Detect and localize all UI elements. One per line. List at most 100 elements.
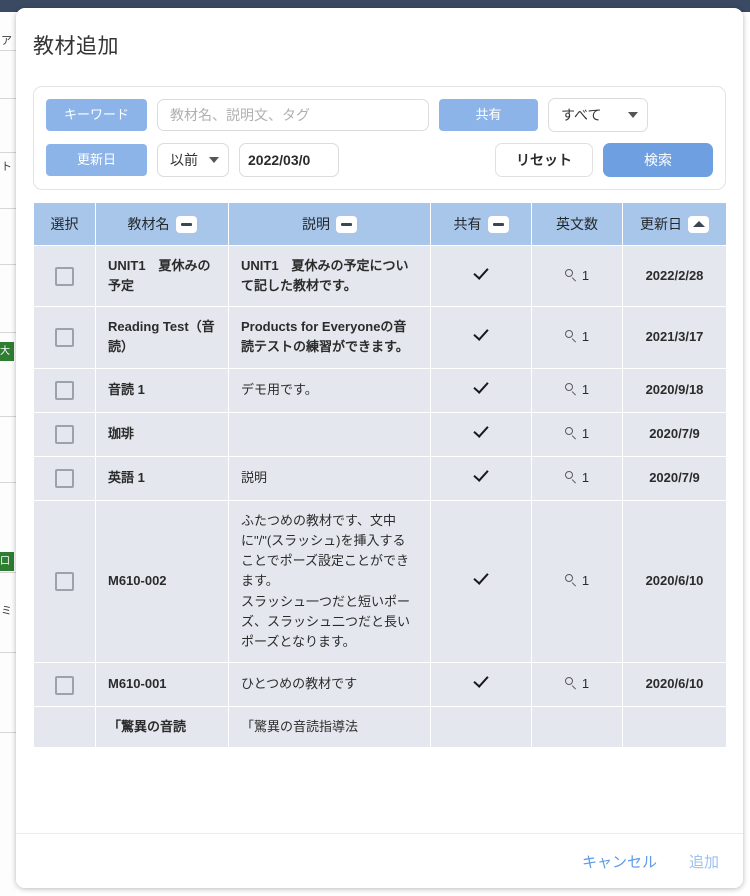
cell-updated-date: 2020/7/9 (622, 411, 726, 457)
cell-description: ひとつめの教材です (228, 661, 431, 708)
materials-table-scroll[interactable]: 選択 教材名 説明 共有 英文数 更新日 UNIT1 夏休みの予定 UNIT1 夏休みの予定… (33, 202, 726, 827)
reset-button[interactable]: リセット (495, 143, 593, 177)
cell-select[interactable] (33, 306, 96, 369)
cell-select[interactable] (33, 244, 96, 308)
add-button[interactable]: 追加 (687, 847, 721, 876)
keyword-input[interactable] (157, 99, 429, 131)
cell-sentence-count[interactable]: 1 (531, 367, 623, 413)
share-select-value: すべて (561, 107, 602, 123)
cell-description (228, 411, 431, 457)
column-header-inner: 共有 (454, 214, 509, 234)
row-checkbox[interactable] (55, 469, 74, 489)
column-header-inner: 説明 (302, 214, 357, 234)
cell-shared (430, 706, 532, 749)
cell-material-name: 「驚異の音読 (95, 706, 229, 749)
cell-material-name: 英語 1 (95, 455, 229, 501)
check-icon (473, 265, 490, 282)
table-row[interactable]: UNIT1 夏休みの予定 UNIT1 夏休みの予定について記した教材です。 1 202… (33, 244, 726, 308)
cell-updated-date: 2021/3/17 (622, 306, 726, 369)
cell-select[interactable] (33, 367, 96, 413)
cell-select[interactable] (33, 455, 96, 501)
cell-sentence-count[interactable]: 1 (531, 455, 623, 501)
cell-sentence-count[interactable]: 1 (531, 411, 623, 457)
cell-sentence-count[interactable]: 1 (531, 499, 623, 663)
search-icon (564, 330, 577, 342)
cell-material-name: 音読 1 (95, 367, 229, 413)
row-checkbox[interactable] (55, 572, 74, 592)
cell-select[interactable] (33, 411, 96, 457)
keyword-label-chip[interactable]: キーワード (46, 99, 147, 131)
column-header-inner: 更新日 (640, 214, 709, 234)
cell-shared (430, 499, 532, 663)
cell-sentence-count[interactable] (531, 706, 623, 749)
table-row[interactable]: 珈琲 1 2020/7/9 (33, 411, 726, 457)
cell-select[interactable] (33, 706, 96, 749)
cell-description: 「驚異の音読指導法 (228, 706, 431, 749)
sort-ascending-icon[interactable] (688, 215, 709, 233)
row-checkbox[interactable] (55, 675, 74, 695)
sort-none-icon[interactable] (487, 215, 509, 233)
sentence-count-value: 1 (581, 470, 590, 486)
column-header-5[interactable]: 更新日 (622, 202, 726, 246)
column-header-4[interactable]: 英文数 (531, 202, 623, 246)
cell-sentence-count[interactable]: 1 (531, 306, 623, 369)
table-row[interactable]: 「驚異の音読 「驚異の音読指導法 (33, 706, 726, 749)
column-header-0[interactable]: 選択 (33, 202, 96, 246)
dash-glyph (492, 222, 504, 226)
dialog-body: キーワード 共有 すべて 更新日 以前 リセット 検索 (16, 60, 743, 833)
sentence-count-value: 1 (581, 329, 590, 345)
cell-shared (430, 367, 532, 413)
column-header-inner: 教材名 (128, 214, 197, 234)
cancel-button[interactable]: キャンセル (580, 847, 659, 876)
table-row[interactable]: 英語 1 説明 1 2020/7/9 (33, 455, 726, 501)
cell-select[interactable] (33, 661, 96, 708)
search-row-date: 更新日 以前 リセット 検索 (46, 143, 713, 177)
row-checkbox[interactable] (55, 328, 74, 348)
dash-glyph (341, 222, 352, 226)
row-checkbox[interactable] (55, 425, 74, 445)
share-select[interactable]: すべて (548, 98, 648, 132)
cell-updated-date (622, 706, 726, 749)
cell-material-name: M610-001 (95, 661, 229, 708)
column-header-label: 説明 (302, 216, 330, 232)
cell-shared (430, 661, 532, 708)
date-label-chip[interactable]: 更新日 (46, 144, 147, 176)
table-row[interactable]: M610-002 ふたつめの教材です、文中に"/"(スラッシュ)を挿入することでポ… (33, 499, 726, 663)
cell-shared (430, 244, 532, 308)
row-checkbox[interactable] (55, 381, 74, 401)
cell-updated-date: 2020/6/10 (622, 661, 726, 708)
search-button[interactable]: 検索 (603, 143, 713, 177)
cell-select[interactable] (33, 499, 96, 663)
check-icon (473, 570, 490, 587)
row-checkbox[interactable] (55, 267, 74, 287)
cell-description: ふたつめの教材です、文中に"/"(スラッシュ)を挿入することでポーズ設定ことがで… (228, 499, 431, 663)
search-icon (564, 574, 577, 586)
check-icon (473, 673, 490, 690)
date-compare-select[interactable]: 以前 (157, 143, 229, 177)
triangle-up-glyph (692, 221, 705, 227)
search-icon (564, 269, 577, 281)
date-input[interactable] (239, 143, 339, 177)
chevron-down-icon (628, 112, 638, 118)
column-header-1[interactable]: 教材名 (95, 202, 229, 246)
check-icon (473, 379, 490, 396)
table-body: UNIT1 夏休みの予定 UNIT1 夏休みの予定について記した教材です。 1 202… (33, 244, 726, 749)
dash-glyph (180, 222, 192, 226)
check-icon (473, 423, 490, 440)
cell-sentence-count[interactable]: 1 (531, 244, 623, 308)
cell-sentence-count[interactable]: 1 (531, 661, 623, 708)
cell-description: 説明 (228, 455, 431, 501)
table-row[interactable]: 音読 1 デモ用です。 1 2020/9/18 (33, 367, 726, 413)
cell-material-name: UNIT1 夏休みの予定 (95, 244, 229, 308)
chevron-down-icon (209, 157, 219, 163)
sort-none-icon[interactable] (175, 215, 197, 233)
column-header-2[interactable]: 説明 (228, 202, 431, 246)
sort-none-icon[interactable] (336, 215, 357, 233)
column-header-3[interactable]: 共有 (430, 202, 532, 246)
share-label-chip[interactable]: 共有 (439, 99, 538, 131)
table-row[interactable]: M610-001 ひとつめの教材です 1 2020/6/10 (33, 661, 726, 708)
sentence-count-value: 1 (581, 268, 590, 284)
cell-updated-date: 2022/2/28 (622, 244, 726, 308)
table-row[interactable]: Reading Test（音読） Products for Everyoneの音読… (33, 306, 726, 369)
table-header-row: 選択 教材名 説明 共有 英文数 更新日 (33, 202, 726, 246)
